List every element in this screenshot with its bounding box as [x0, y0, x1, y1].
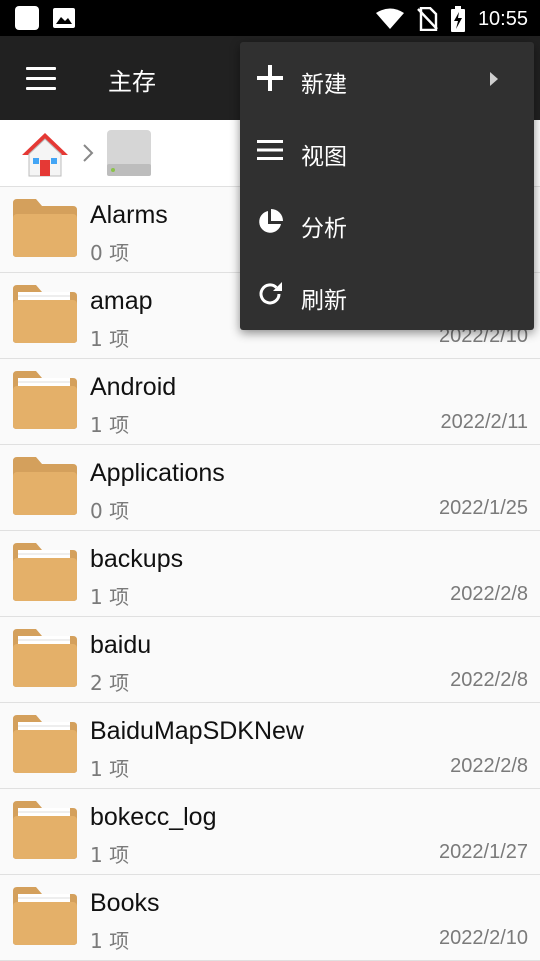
- folder-icon: [13, 543, 77, 601]
- folder-icon: [13, 371, 77, 429]
- file-name: bokecc_log: [90, 803, 217, 831]
- list-item[interactable]: baidu 2 项 2022/2/8: [0, 617, 540, 703]
- item-count: 1 项: [90, 327, 130, 351]
- image-icon: [53, 8, 75, 28]
- list-item[interactable]: Books 1 项 2022/2/10: [0, 875, 540, 961]
- menu-item-label: 分析: [301, 216, 347, 242]
- modified-date: 2022/2/10: [439, 927, 528, 949]
- empty-folder-icon: [13, 199, 77, 257]
- item-count: 0 项: [90, 241, 130, 265]
- pie-chart-icon: [259, 209, 283, 233]
- folder-icon: [13, 887, 77, 945]
- folder-icon: [13, 629, 77, 687]
- menu-item-analyze[interactable]: 分析: [240, 186, 534, 258]
- home-icon[interactable]: [20, 130, 70, 180]
- modified-date: 2022/2/11: [440, 411, 529, 433]
- menu-item-view[interactable]: 视图: [240, 114, 534, 186]
- modified-date: 2022/2/8: [450, 583, 528, 605]
- folder-icon: [13, 285, 77, 343]
- modified-date: 2022/1/25: [439, 497, 528, 519]
- menu-item-refresh[interactable]: 刷新: [240, 258, 534, 330]
- submenu-arrow-icon: [490, 72, 498, 86]
- list-item[interactable]: bokecc_log 1 项 2022/1/27: [0, 789, 540, 875]
- item-count: 0 项: [90, 499, 130, 523]
- list-item[interactable]: Applications 0 项 2022/1/25: [0, 445, 540, 531]
- item-count: 2 项: [90, 671, 130, 695]
- file-name: amap: [90, 287, 153, 315]
- file-name: Alarms: [90, 201, 168, 229]
- folder-icon: [13, 801, 77, 859]
- page-title: 主存: [108, 68, 156, 96]
- file-name: backups: [90, 545, 184, 573]
- notification-square-icon: [15, 6, 39, 30]
- file-name: Books: [90, 889, 160, 917]
- list-item[interactable]: BaiduMapSDKNew 1 项 2022/2/8: [0, 703, 540, 789]
- status-bar: 10:55: [0, 0, 540, 36]
- file-name: baidu: [90, 631, 152, 659]
- modified-date: 2022/1/27: [439, 841, 528, 863]
- item-count: 1 项: [90, 413, 130, 437]
- menu-item-new[interactable]: 新建: [240, 42, 534, 114]
- storage-drive-icon[interactable]: [104, 128, 154, 178]
- item-count: 1 项: [90, 929, 130, 953]
- list-view-icon: [257, 140, 283, 160]
- item-count: 1 项: [90, 585, 130, 609]
- menu-item-label: 刷新: [301, 288, 347, 314]
- overflow-menu: 新建 视图 分析 刷新: [240, 42, 534, 330]
- file-name: Android: [90, 373, 177, 401]
- clock-time: 10:55: [477, 7, 528, 30]
- menu-item-label: 视图: [301, 144, 347, 170]
- folder-icon: [13, 715, 77, 773]
- item-count: 1 项: [90, 757, 130, 781]
- modified-date: 2022/2/8: [450, 669, 528, 691]
- menu-hamburger-icon[interactable]: [26, 67, 58, 91]
- plus-icon: [257, 65, 283, 91]
- modified-date: 2022/2/8: [450, 755, 528, 777]
- empty-folder-icon: [13, 457, 77, 515]
- menu-item-label: 新建: [301, 72, 347, 98]
- file-name: BaiduMapSDKNew: [90, 717, 304, 745]
- wifi-icon: [375, 8, 404, 29]
- list-item[interactable]: backups 1 项 2022/2/8: [0, 531, 540, 617]
- refresh-icon: [259, 282, 282, 305]
- file-name: Applications: [90, 459, 225, 487]
- no-sim-icon: [417, 7, 438, 31]
- list-item[interactable]: Android 1 项 2022/2/11: [0, 359, 540, 445]
- item-count: 1 项: [90, 843, 130, 867]
- chevron-right-icon: [83, 144, 94, 162]
- battery-charging-icon: [450, 6, 465, 32]
